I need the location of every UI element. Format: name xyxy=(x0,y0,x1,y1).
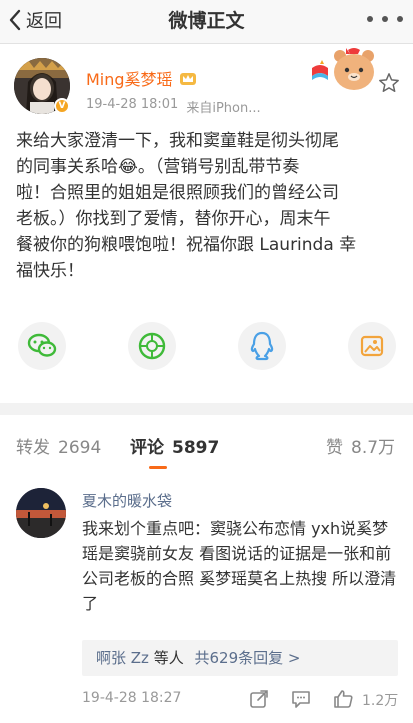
reply-count-link: 共629条回复 > xyxy=(194,649,301,667)
post-header: V Ming奚梦瑶 19-4-28 18:01 来自iPhon... xyxy=(0,44,413,126)
save-image-button[interactable] xyxy=(348,322,396,370)
tab-likes-count: 8.7万 xyxy=(351,438,396,458)
star-favorite-icon[interactable] xyxy=(378,72,400,94)
post-meta: 19-4-28 18:01 来自iPhon... xyxy=(86,97,261,116)
qq-icon xyxy=(250,331,274,361)
tab-repost-count: 2694 xyxy=(58,438,102,458)
tab-likes-label: 赞 xyxy=(326,438,343,458)
active-tab-indicator xyxy=(149,466,167,469)
interaction-tabs: 转发 2694 评论 5897 赞 8.7万 xyxy=(0,415,413,475)
share-wechat-button[interactable] xyxy=(18,322,66,370)
tab-repost-label: 转发 xyxy=(16,438,50,458)
verified-badge: V xyxy=(54,98,70,114)
commenter-username[interactable]: 夏木的暖水袋 xyxy=(82,490,172,511)
dot-icon xyxy=(382,16,388,22)
share-qq-button[interactable] xyxy=(238,322,286,370)
reply-comment-icon[interactable] xyxy=(290,688,312,710)
repost-icon[interactable] xyxy=(248,688,270,710)
comment-like-count: 1.2万 xyxy=(362,693,399,709)
comment-time: 19-4-28 18:27 xyxy=(82,690,182,706)
bear-decoration-icon xyxy=(312,48,374,90)
save-image-icon xyxy=(360,335,384,357)
reply-username: 啊张 Zz xyxy=(96,649,149,667)
tab-comments[interactable]: 评论 5897 xyxy=(130,433,219,458)
view-replies-button[interactable]: 啊张 Zz 等人 共629条回复 > xyxy=(82,640,398,676)
commenter-avatar[interactable] xyxy=(16,488,66,538)
post-body-text: 来给大家澄清一下，我和窦童鞋是彻头彻尾 的同事关系哈😂。（营销号别乱带节奏 啦！… xyxy=(16,131,357,281)
post-username[interactable]: Ming奚梦瑶 xyxy=(86,66,173,90)
more-options-button[interactable] xyxy=(367,6,403,32)
share-moments-button[interactable] xyxy=(128,322,176,370)
username-row: Ming奚梦瑶 xyxy=(86,66,197,90)
dot-icon xyxy=(397,16,403,22)
moments-icon xyxy=(138,332,166,360)
tab-likes[interactable]: 赞 8.7万 xyxy=(326,433,395,458)
share-row xyxy=(0,322,413,378)
member-crown-icon xyxy=(179,73,196,85)
thumbs-up-icon[interactable] xyxy=(332,688,354,710)
comment-text: 我来划个重点吧：窦骁公布恋情 yxh说奚梦瑶是窦骁前女友 看图说话的证据是一张和… xyxy=(82,519,397,613)
tab-comments-count: 5897 xyxy=(172,438,220,458)
comment-item: 夏木的暖水袋 我来划个重点吧：窦骁公布恋情 yxh说奚梦瑶是窦骁前女友 看图说话… xyxy=(0,476,413,723)
dot-icon xyxy=(367,16,373,22)
section-divider xyxy=(0,403,413,415)
post-source: 来自iPhon... xyxy=(186,101,261,116)
reply-middle-text: 等人 xyxy=(153,649,184,667)
comment-footer: 19-4-28 18:27 1.2万 xyxy=(82,688,402,710)
tab-repost[interactable]: 转发 2694 xyxy=(16,433,101,458)
avatar-photo xyxy=(16,488,66,538)
page-title: 微博正文 xyxy=(168,10,245,32)
wechat-icon xyxy=(27,333,57,357)
post-time: 19-4-28 18:01 xyxy=(86,97,179,112)
top-nav-bar: 返回 微博正文 xyxy=(0,0,413,44)
tab-comments-label: 评论 xyxy=(130,438,164,458)
